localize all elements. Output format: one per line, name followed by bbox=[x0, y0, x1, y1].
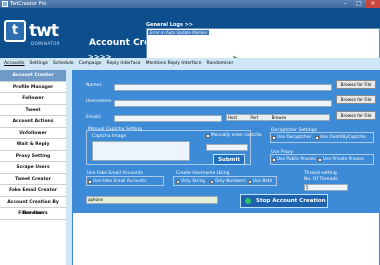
private-proxies-label: Use Private Proxies bbox=[323, 157, 365, 162]
manual-captcha-label: Manually enter captcha bbox=[211, 133, 262, 138]
sidebar-item-unfollower[interactable]: Unfollower bbox=[0, 128, 66, 139]
radio-icon bbox=[248, 179, 252, 184]
radio-icon bbox=[210, 179, 214, 184]
captcha-image-box bbox=[92, 141, 190, 161]
browse-emails-button[interactable]: Browse for File bbox=[336, 111, 376, 120]
browse-label: Browse bbox=[271, 115, 287, 120]
only-string-label: Only String bbox=[181, 179, 206, 184]
fake-email-checkbox[interactable]: Use Fake Email Accounts bbox=[88, 179, 146, 184]
menu-accounts[interactable]: Accounts bbox=[4, 61, 25, 66]
sidebar-item-account-creation-by-browser[interactable]: Account Creation By Browser bbox=[0, 197, 66, 216]
sidebar-item-account-creator[interactable]: Account Creator bbox=[0, 70, 66, 82]
menu-bar: Accounts Settings Schedule Campaign Repl… bbox=[0, 58, 380, 68]
use-both-radio[interactable]: Use Both bbox=[248, 179, 272, 184]
sidebar-item-follower[interactable]: Follower bbox=[0, 93, 66, 105]
thread-title: Thread setting bbox=[304, 171, 337, 176]
captcha-input[interactable] bbox=[206, 144, 248, 151]
use-dbc-label: Use DeathByCaptcha bbox=[320, 135, 366, 140]
private-proxies-checkbox[interactable]: Use Private Proxies bbox=[318, 157, 364, 162]
only-numbers-label: Only Numbers bbox=[215, 179, 246, 184]
fake-email-label: Use Fake Email Accounts bbox=[93, 179, 147, 184]
menu-settings[interactable]: Settings bbox=[30, 61, 48, 66]
main-panel: Names Browse for File Usernames Browse f… bbox=[72, 70, 380, 265]
sidebar-item-fake-email-creator[interactable]: Fake Email Creator bbox=[0, 185, 66, 197]
close-icon[interactable]: × bbox=[366, 0, 380, 8]
app-icon bbox=[2, 1, 8, 7]
threads-input[interactable]: 5 bbox=[304, 184, 348, 191]
window-title: TwtCreator Pro bbox=[10, 1, 47, 7]
sidebar-item-profile-manager[interactable]: Profile Manager bbox=[0, 82, 66, 93]
threads-label: No. Of Threads bbox=[304, 177, 338, 182]
checkbox-icon bbox=[272, 157, 276, 162]
browse-names-button[interactable]: Browse for File bbox=[336, 80, 376, 89]
only-numbers-radio[interactable]: Only Numbers bbox=[210, 179, 246, 184]
names-label: Names bbox=[86, 83, 102, 88]
sidebar-item-tweet-creator[interactable]: Tweet Creator bbox=[0, 174, 66, 185]
names-field[interactable] bbox=[114, 84, 332, 91]
status-input[interactable]: aphone bbox=[86, 196, 218, 204]
usernames-field[interactable] bbox=[114, 100, 332, 107]
app-header: t twt DOMINATOR Account Creation >>>> Ge… bbox=[0, 8, 380, 68]
output-area[interactable] bbox=[73, 213, 379, 265]
checkbox-icon bbox=[206, 133, 210, 138]
usernames-label: Usernames bbox=[86, 99, 112, 104]
emails-field[interactable] bbox=[114, 115, 222, 122]
sidebar-item-wait-reply[interactable]: Wait & Reply bbox=[0, 139, 66, 151]
checkbox-icon bbox=[315, 135, 319, 140]
submit-button[interactable]: Submit bbox=[213, 154, 245, 165]
menu-randomiser[interactable]: Randomiser bbox=[207, 61, 234, 66]
host-label: Host bbox=[228, 115, 238, 120]
browse-usernames-button[interactable]: Browse for File bbox=[336, 95, 376, 104]
public-proxies-label: Use Public Proxies bbox=[277, 157, 316, 162]
logo-word: twt bbox=[29, 21, 59, 41]
sidebar: Account Creator Profile Manager Follower… bbox=[0, 70, 66, 265]
checkbox-icon bbox=[318, 157, 322, 162]
logo-badge: t bbox=[4, 20, 26, 42]
stop-button-label: Stop Account Creation bbox=[256, 198, 326, 204]
public-proxies-checkbox[interactable]: Use Public Proxies bbox=[272, 157, 316, 162]
minimize-icon[interactable]: – bbox=[338, 0, 352, 8]
title-bar: TwtCreator Pro – □ × bbox=[0, 0, 380, 8]
sidebar-item-proxy-setting[interactable]: Proxy Setting bbox=[0, 151, 66, 162]
menu-mentions-reply-interface[interactable]: Mentions Reply Interface bbox=[146, 61, 202, 66]
menu-reply-interface[interactable]: Reply Interface bbox=[107, 61, 141, 66]
logo-subtitle: DOMINATOR bbox=[31, 41, 61, 46]
email-settings-row: Host Port Browse bbox=[226, 114, 330, 121]
radio-icon bbox=[176, 179, 180, 184]
port-label: Port bbox=[250, 115, 259, 120]
sidebar-item-tweet[interactable]: Tweet bbox=[0, 105, 66, 116]
use-decaptcher-label: Use Decaptcher bbox=[277, 135, 312, 140]
maximize-icon[interactable]: □ bbox=[352, 0, 366, 8]
captcha-image-label: Captcha Image bbox=[92, 134, 127, 139]
only-string-radio[interactable]: Only String bbox=[176, 179, 205, 184]
use-decaptcher-checkbox[interactable]: Use Decaptcher bbox=[272, 135, 311, 140]
log-line: Error in Auto Update Module bbox=[148, 30, 209, 35]
use-dbc-checkbox[interactable]: Use DeathByCaptcha bbox=[315, 135, 366, 140]
sidebar-item-filter-users[interactable]: Filter Users bbox=[0, 208, 66, 220]
menu-campaign[interactable]: Campaign bbox=[79, 61, 102, 66]
sidebar-item-scrape-users[interactable]: Scrape Users bbox=[0, 162, 66, 174]
emails-label: Emails bbox=[86, 115, 101, 120]
manual-captcha-title: Manual Captcha Setting bbox=[88, 127, 142, 132]
use-both-label: Use Both bbox=[253, 179, 273, 184]
menu-schedule[interactable]: Schedule bbox=[53, 61, 74, 66]
manual-captcha-checkbox[interactable]: Manually enter captcha bbox=[206, 133, 262, 138]
sidebar-item-account-actions[interactable]: Account Actions bbox=[0, 116, 66, 128]
app-logo: t twt DOMINATOR bbox=[4, 20, 66, 58]
status-dot-icon bbox=[245, 198, 251, 204]
stop-account-creation-button[interactable]: Stop Account Creation bbox=[240, 194, 328, 208]
checkbox-icon bbox=[272, 135, 276, 140]
checkbox-icon bbox=[88, 179, 92, 184]
